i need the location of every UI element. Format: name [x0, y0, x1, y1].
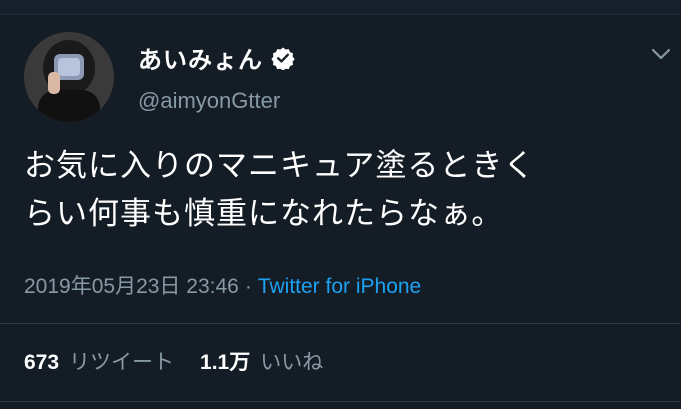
avatar[interactable]	[24, 32, 114, 122]
retweet-count[interactable]: 673	[24, 351, 59, 375]
tweet-meta: 2019年05月23日 23:46 · Twitter for iPhone	[24, 270, 421, 300]
top-divider	[0, 0, 681, 15]
tweet-text: お気に入りのマニキュア塗るときく らい何事も慎重になれたらなぁ。	[24, 142, 664, 238]
verified-badge-icon	[271, 46, 295, 71]
like-count[interactable]: 1.1万	[200, 346, 250, 376]
author-row: あいみょん	[138, 40, 295, 75]
chevron-down-icon[interactable]	[649, 44, 673, 64]
engagement-stats: 673 リツイート 1.1万 いいね	[24, 346, 349, 376]
retweet-label[interactable]: リツイート	[69, 346, 174, 376]
avatar-image	[24, 32, 114, 122]
tweet-text-line: らい何事も慎重になれたらなぁ。	[24, 196, 504, 232]
source-link[interactable]: Twitter for iPhone	[258, 275, 421, 298]
divider	[0, 323, 681, 324]
like-label[interactable]: いいね	[260, 346, 323, 376]
meta-separator: ·	[244, 275, 252, 298]
divider	[0, 401, 681, 402]
tweet-card: あいみょん @aimyonGtter お気に入りのマニキュア塗るときく らい何事…	[0, 0, 681, 409]
timestamp[interactable]: 2019年05月23日 23:46	[24, 275, 239, 298]
tweet-text-line: お気に入りのマニキュア塗るときく	[24, 148, 536, 184]
user-handle[interactable]: @aimyonGtter	[138, 88, 280, 114]
display-name[interactable]: あいみょん	[138, 40, 263, 75]
